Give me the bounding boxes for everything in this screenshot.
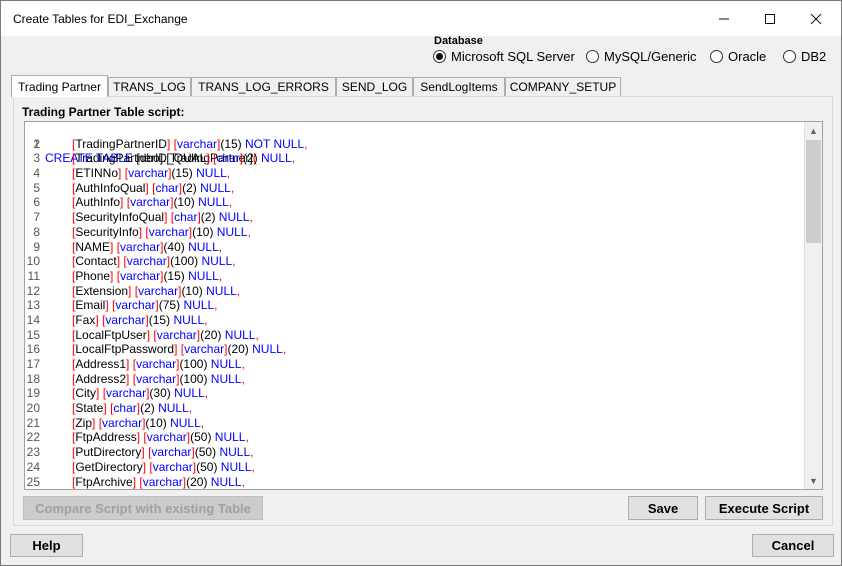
script-line: 9 [NAME] [varchar](40) NULL,	[25, 240, 805, 255]
script-line: 11 [Phone] [varchar](15) NULL,	[25, 269, 805, 284]
radio-db2[interactable]: DB2	[783, 49, 826, 64]
script-label: Trading Partner Table script:	[22, 105, 185, 119]
script-line: 14 [Fax] [varchar](15) NULL,	[26, 312, 208, 327]
line-number: 22	[26, 430, 40, 445]
script-line: 1 CREATE TABLE [dbo].[TradingPartner](	[25, 122, 805, 166]
script-line: 16 [LocalFtpPassword] [varchar](20) NULL,	[26, 342, 287, 357]
maximize-button[interactable]	[747, 1, 793, 36]
database-label: Database	[434, 35, 483, 47]
script-line: 23 [PutDirectory] [varchar](50) NULL,	[26, 445, 254, 460]
title-bar: Create Tables for EDI_Exchange	[1, 1, 841, 36]
script-line: 13 [Email] [varchar](75) NULL,	[26, 298, 218, 313]
script-line: 19 [City] [varchar](30) NULL,	[26, 386, 209, 401]
line-number: 11	[27, 268, 40, 283]
line-number: 16	[26, 342, 40, 357]
scroll-thumb[interactable]	[806, 140, 821, 243]
minimize-button[interactable]	[701, 1, 747, 36]
line-number: 8	[33, 224, 40, 239]
line-number: 13	[26, 298, 40, 313]
radio-label: Oracle	[728, 49, 767, 64]
line-number: 25	[26, 474, 40, 489]
radio-oracle[interactable]: Oracle	[710, 49, 766, 64]
line-number: 4	[33, 166, 40, 181]
script-line: 24 [GetDirectory] [varchar](50) NULL,	[26, 459, 255, 474]
tab-send-log[interactable]: SEND_LOG	[336, 77, 413, 96]
line-number: 9	[33, 239, 40, 254]
radio-indicator	[710, 50, 723, 63]
line-number: 12	[26, 283, 40, 298]
script-line: 7 [SecurityInfoQual] [char](2) NULL,	[25, 210, 805, 225]
scroll-up-icon[interactable]: ▲	[805, 122, 822, 139]
line-number: 24	[26, 459, 40, 474]
radio-indicator	[433, 50, 446, 63]
line-number: 6	[33, 195, 40, 210]
close-icon	[810, 13, 822, 24]
radio-mysql[interactable]: MySQL/Generic	[586, 49, 696, 64]
line-number: 2	[33, 136, 40, 151]
vertical-scrollbar[interactable]: ▲ ▼	[804, 122, 822, 489]
script-line: 5 [AuthInfoQual] [char](2) NULL,	[25, 181, 805, 196]
cancel-button[interactable]: Cancel	[752, 534, 834, 557]
script-line: 17 [Address1] [varchar](100) NULL,	[26, 357, 245, 371]
script-line: 2 [TradingPartnerID] [varchar](15) NOT NU…	[25, 137, 805, 152]
script-line: 25 [FtpArchive] [varchar](20) NULL,	[26, 474, 245, 489]
script-line: 12 [Extension] [varchar](10) NULL,	[26, 283, 241, 298]
script-line: 20 [State] [char](2) NULL,	[26, 401, 193, 416]
script-line: 8 [SecurityInfo] [varchar](10) NULL,	[25, 225, 805, 240]
line-number: 10	[26, 254, 40, 269]
line-number: 7	[33, 210, 40, 225]
line-number: 3	[33, 151, 40, 166]
script-line: 18 [Address2] [varchar](100) NULL,	[26, 371, 245, 386]
script-line: 21 [Zip] [varchar](10) NULL,	[26, 415, 205, 430]
radio-label: DB2	[801, 49, 827, 64]
tab-trading-partner[interactable]: Trading Partner	[11, 75, 108, 97]
line-number: 5	[33, 180, 40, 195]
maximize-icon	[765, 13, 775, 24]
script-line: 3 [TradingPartnerID_QUAL] [char](2) NULL,	[25, 151, 805, 166]
line-number: 14	[26, 312, 40, 327]
line-number: 19	[26, 386, 40, 401]
minimize-icon	[719, 18, 729, 19]
script-line: 22 [FtpAddress] [varchar](50) NULL,	[26, 430, 249, 445]
line-number: 23	[26, 445, 40, 460]
radio-indicator	[586, 50, 599, 63]
line-number: 18	[26, 371, 40, 386]
line-number: 21	[26, 415, 40, 430]
execute-script-button[interactable]: Execute Script	[705, 496, 823, 520]
radio-label: MySQL/Generic	[604, 49, 697, 64]
radio-indicator	[783, 50, 796, 63]
dialog-window: Create Tables for EDI_Exchange Database …	[0, 0, 842, 566]
tab-send-log-items[interactable]: SendLogItems	[413, 77, 505, 96]
script-line: 15 [LocalFtpUser] [varchar](20) NULL,	[26, 327, 259, 342]
close-button[interactable]	[793, 1, 839, 36]
tab-trans-log[interactable]: TRANS_LOG	[108, 77, 191, 96]
window-title: Create Tables for EDI_Exchange	[13, 12, 188, 26]
script-lines: 1 CREATE TABLE [dbo].[TradingPartner]( 2…	[25, 122, 805, 489]
scroll-down-icon[interactable]: ▼	[805, 472, 822, 489]
save-button[interactable]: Save	[628, 496, 698, 520]
compare-script-button[interactable]: Compare Script with existing Table	[23, 496, 263, 520]
database-group: Database Microsoft SQL Server MySQL/Gene…	[424, 35, 834, 71]
radio-mssql[interactable]: Microsoft SQL Server	[433, 49, 575, 64]
script-editor[interactable]: 1 CREATE TABLE [dbo].[TradingPartner]( 2…	[24, 121, 823, 490]
script-line: 4 [ETINNo] [varchar](15) NULL,	[25, 166, 805, 181]
tab-company-setup[interactable]: COMPANY_SETUP	[505, 77, 621, 96]
script-line: 10 [Contact] [varchar](100) NULL,	[26, 254, 236, 269]
line-number: 20	[26, 401, 40, 416]
help-button[interactable]: Help	[10, 534, 83, 557]
line-number: 15	[26, 327, 40, 342]
tab-trans-log-errors[interactable]: TRANS_LOG_ERRORS	[191, 77, 336, 96]
script-line: 6 [AuthInfo] [varchar](10) NULL,	[25, 195, 805, 210]
radio-label: Microsoft SQL Server	[451, 49, 575, 64]
line-number: 17	[26, 357, 40, 371]
